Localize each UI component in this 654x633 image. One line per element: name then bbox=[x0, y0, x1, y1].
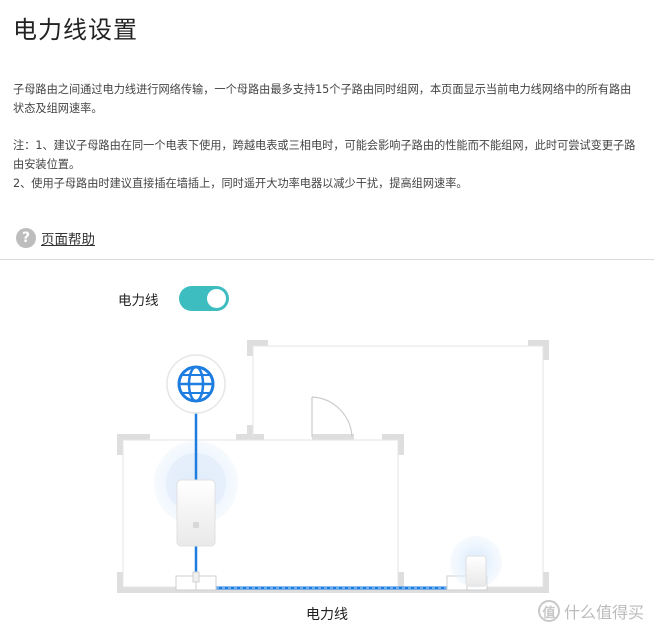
note-2: 2、使用子母路由时建议直接插在墙插上，同时遥开大功率电器以减少干扰，提高组网速率… bbox=[13, 177, 468, 190]
help-link-group[interactable]: ? 页面帮助 bbox=[16, 228, 95, 248]
sub-router bbox=[450, 536, 502, 588]
note-1: 注：1、建议子母路由在同一个电表下使用，跨越电表或三相电时，可能会影响子路由的性… bbox=[13, 139, 636, 171]
page-description: 子母路由之间通过电力线进行网络传输，一个母路由最多支持15个子路由同时组网，本页… bbox=[13, 83, 632, 115]
watermark-logo-icon: 值 bbox=[537, 600, 560, 622]
help-icon: ? bbox=[16, 228, 36, 248]
divider bbox=[0, 259, 654, 260]
floor-plan-diagram bbox=[117, 340, 549, 593]
door bbox=[311, 396, 353, 438]
help-link[interactable]: 页面帮助 bbox=[41, 228, 95, 248]
watermark: 值 什么值得买 bbox=[537, 599, 644, 623]
watermark-text: 什么值得买 bbox=[563, 603, 644, 622]
notes: 注：1、建议子母路由在同一个电表下使用，跨越电表或三相电时，可能会影响子路由的性… bbox=[13, 136, 641, 193]
page-title: 电力线设置 bbox=[13, 16, 138, 44]
main-router bbox=[154, 402, 238, 583]
globe-icon bbox=[166, 354, 226, 414]
